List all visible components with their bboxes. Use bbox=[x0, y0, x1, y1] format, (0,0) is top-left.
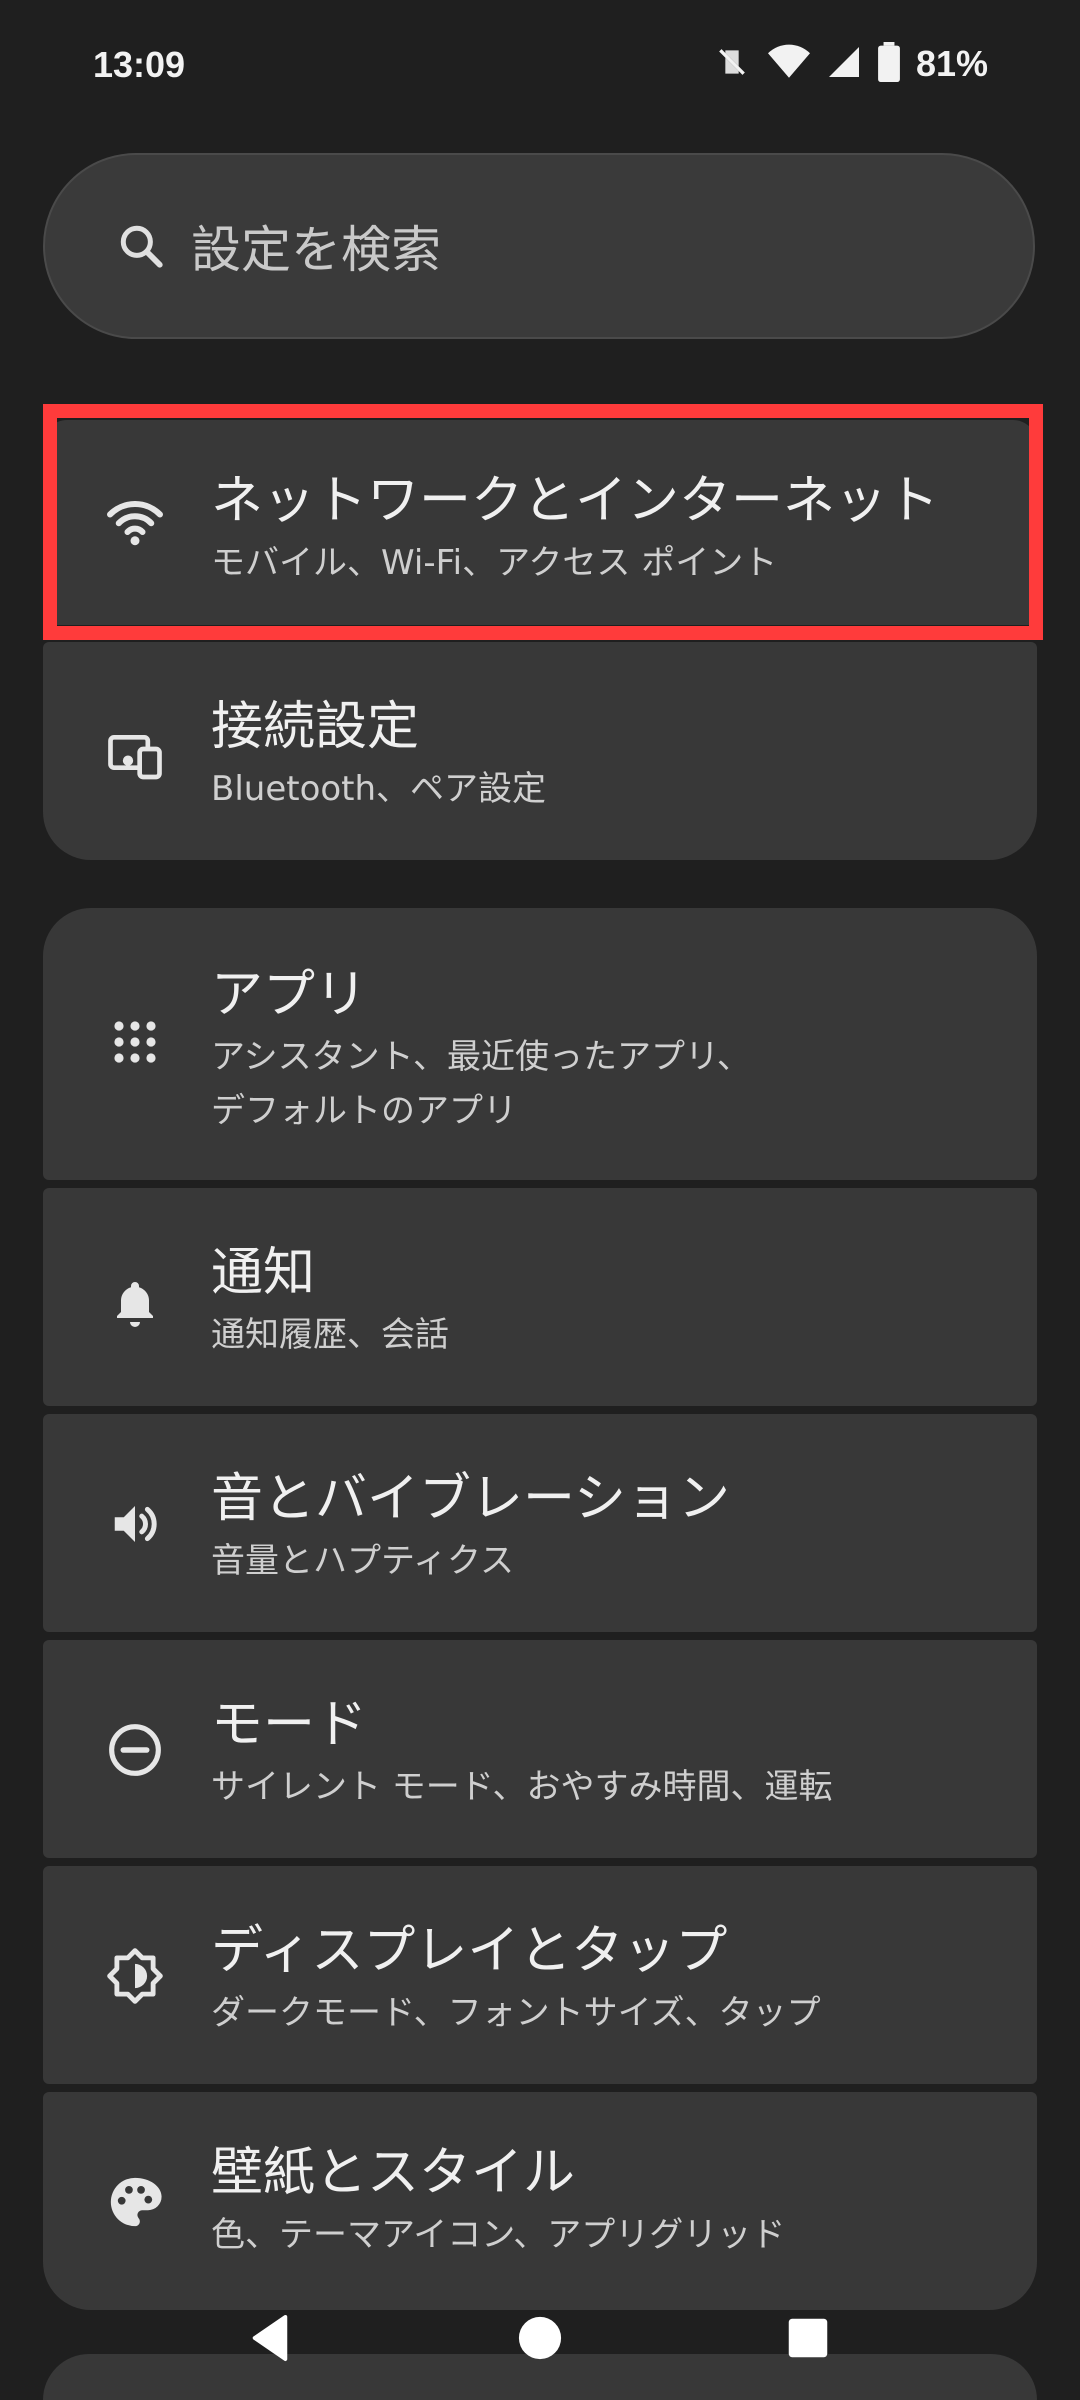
back-icon bbox=[247, 2313, 293, 2367]
search-icon bbox=[113, 218, 169, 274]
settings-group-2: アプリ アシスタント、最近使ったアプリ、 デフォルトのアプリ 通知 通知履歴、会… bbox=[43, 908, 1037, 2310]
item-title: 接続設定 bbox=[211, 697, 420, 757]
item-title: ネットワークとインターネット bbox=[211, 471, 940, 531]
item-subtitle-line2: デフォルトのアプリ bbox=[211, 1091, 517, 1131]
apps-grid-icon bbox=[105, 1012, 165, 1072]
nav-home-button[interactable] bbox=[500, 2310, 580, 2370]
bell-icon bbox=[105, 1274, 165, 1334]
battery-percent: 81% bbox=[915, 43, 988, 84]
recents-icon bbox=[787, 2317, 829, 2363]
item-title: ディスプレイとタップ bbox=[211, 1921, 728, 1981]
status-icons: 81% bbox=[712, 42, 988, 86]
item-subtitle: ダークモード、フォントサイズ、タップ bbox=[211, 1993, 821, 2033]
settings-group-1: ネットワークとインターネット モバイル、Wi-Fi、アクセス ポイント 接続設定… bbox=[43, 420, 1037, 860]
home-icon bbox=[517, 2315, 563, 2365]
item-subtitle: モバイル、Wi-Fi、アクセス ポイント bbox=[211, 543, 778, 583]
settings-item-modes[interactable]: モード サイレント モード、おやすみ時間、運転 bbox=[43, 1640, 1037, 1858]
search-placeholder: 設定を検索 bbox=[191, 221, 441, 279]
item-title: モード bbox=[211, 1695, 368, 1755]
settings-item-connected-devices[interactable]: 接続設定 Bluetooth、ペア設定 bbox=[43, 642, 1037, 860]
item-subtitle: サイレント モード、おやすみ時間、運転 bbox=[211, 1767, 833, 1807]
status-bar: 13:09 81% bbox=[0, 0, 1080, 135]
nav-back-button[interactable] bbox=[230, 2310, 310, 2370]
item-subtitle: アシスタント、最近使ったアプリ、 bbox=[211, 1037, 751, 1077]
wifi-icon bbox=[105, 492, 165, 552]
vibrate-off-icon bbox=[712, 42, 752, 86]
settings-item-sound[interactable]: 音とバイブレーション 音量とハプティクス bbox=[43, 1414, 1037, 1632]
signal-icon bbox=[826, 44, 862, 84]
battery-icon bbox=[878, 42, 900, 86]
volume-icon bbox=[105, 1494, 165, 1554]
item-title: 壁紙とスタイル bbox=[211, 2143, 576, 2203]
settings-item-apps[interactable]: アプリ アシスタント、最近使ったアプリ、 デフォルトのアプリ bbox=[43, 908, 1037, 1180]
settings-item-display[interactable]: ディスプレイとタップ ダークモード、フォントサイズ、タップ bbox=[43, 1866, 1037, 2084]
nav-recents-button[interactable] bbox=[768, 2310, 848, 2370]
item-title: アプリ bbox=[211, 965, 368, 1025]
item-subtitle: 通知履歴、会話 bbox=[211, 1315, 449, 1355]
settings-item-notifications[interactable]: 通知 通知履歴、会話 bbox=[43, 1188, 1037, 1406]
brightness-icon bbox=[105, 1946, 165, 2006]
do-not-disturb-icon bbox=[105, 1720, 165, 1780]
item-subtitle: 色、テーマアイコン、アプリグリッド bbox=[211, 2215, 786, 2255]
connected-devices-icon bbox=[105, 726, 165, 786]
item-title: 通知 bbox=[211, 1243, 316, 1303]
item-subtitle: 音量とハプティクス bbox=[211, 1541, 514, 1581]
palette-icon bbox=[105, 2172, 165, 2232]
settings-item-wallpaper[interactable]: 壁紙とスタイル 色、テーマアイコン、アプリグリッド bbox=[43, 2092, 1037, 2310]
settings-item-network[interactable]: ネットワークとインターネット モバイル、Wi-Fi、アクセス ポイント bbox=[43, 420, 1037, 625]
status-time: 13:09 bbox=[93, 44, 186, 85]
search-bar[interactable]: 設定を検索 bbox=[43, 153, 1035, 339]
item-title: 音とバイブレーション bbox=[211, 1469, 730, 1529]
wifi-icon bbox=[767, 43, 810, 85]
item-subtitle: Bluetooth、ペア設定 bbox=[211, 769, 547, 809]
